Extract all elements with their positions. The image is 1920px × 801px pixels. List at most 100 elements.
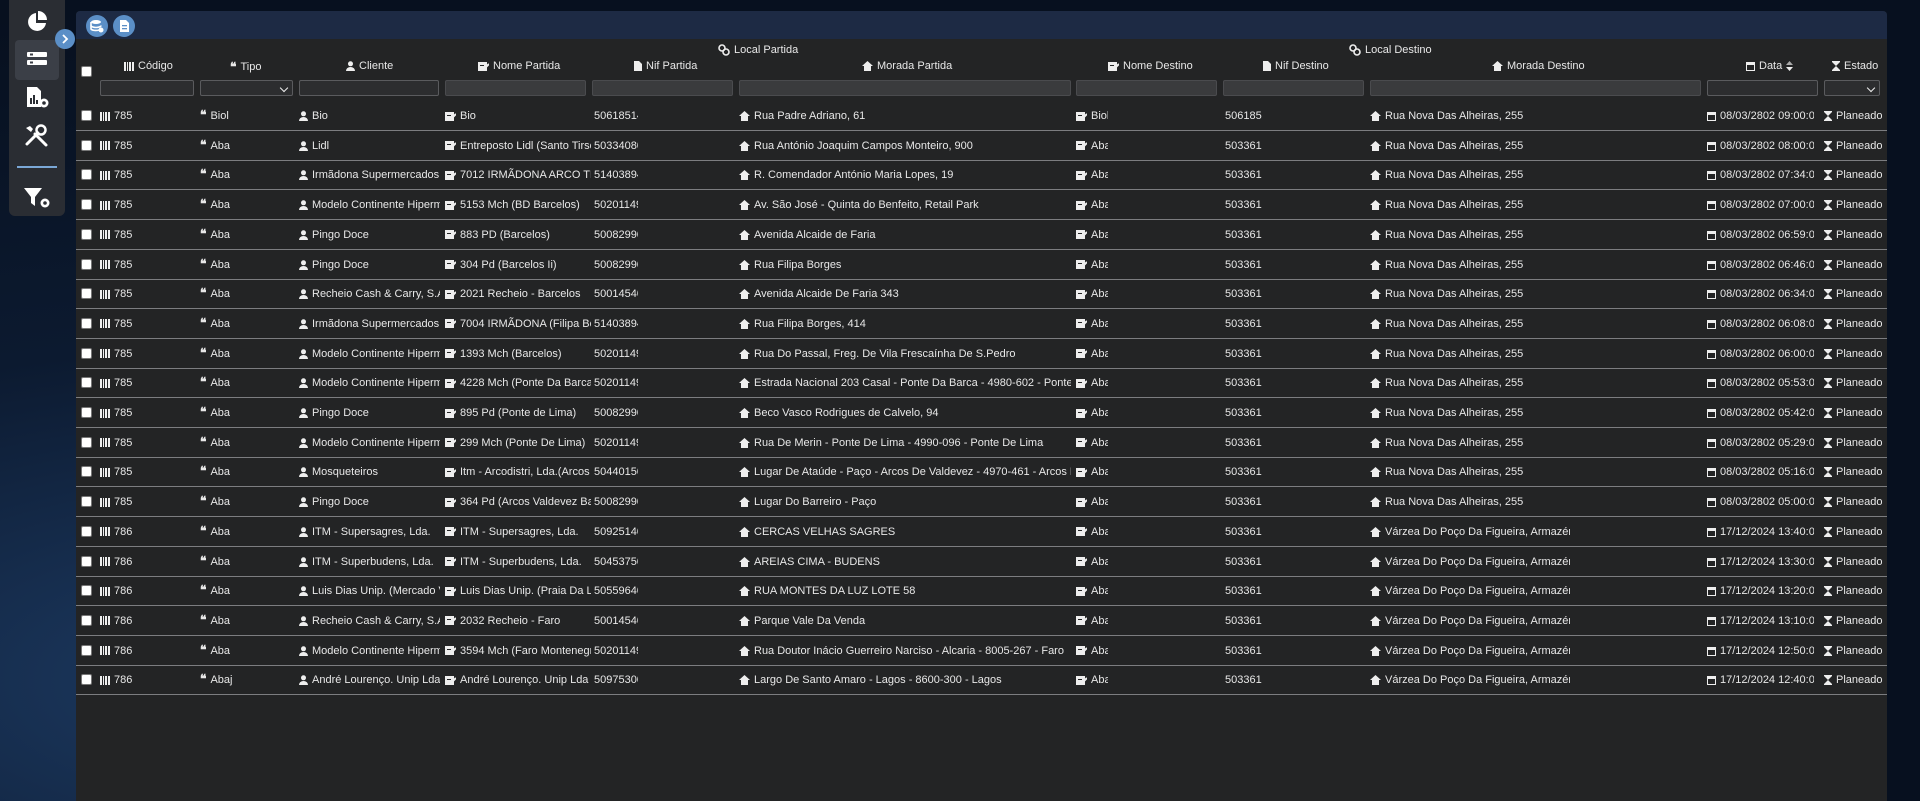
column-header-tipo[interactable]: ❝ Tipo (230, 60, 261, 74)
cell-morada-destino: Várzea Do Poço Da Figueira, Armazém B (1370, 548, 1570, 576)
table-row[interactable]: 785❝AbaModelo Continente Hipermercados51… (76, 191, 1887, 221)
quote-icon: ❝ (200, 108, 207, 122)
table-row[interactable]: 786 ❝ Aba Recheio Cash & Carry, S.A. 2032 Re… (76, 607, 1887, 636)
row-checkbox[interactable] (81, 614, 92, 626)
row-checkbox[interactable] (81, 139, 92, 151)
cell-estado-text: Planeado (1836, 466, 1883, 479)
filter-codigo-input[interactable] (100, 80, 194, 96)
home-icon (739, 229, 750, 240)
table-row[interactable]: 785❝AbaModelo Continente Hipermercados29… (76, 429, 1887, 458)
column-header-nome-partida[interactable]: Nome Partida (478, 60, 560, 72)
document-button[interactable] (113, 15, 135, 37)
table-row[interactable]: 786❝AbaModelo Continente Hipermercados35… (76, 637, 1887, 666)
table-row[interactable]: 785 ❝ Aba Recheio Cash & Carry, S.A. 2021 Re… (76, 280, 1887, 310)
filter-estado-select[interactable] (1824, 80, 1880, 96)
row-checkbox[interactable] (81, 555, 92, 567)
cell-morada-partida: Rua Doutor Inácio Guerreiro Narciso - Al… (739, 637, 1071, 665)
home-icon (739, 378, 750, 389)
filter-nome-partida-input[interactable] (445, 80, 586, 96)
cell-nif-partida: 50925140 (594, 518, 638, 546)
table-row[interactable]: 786❝AbaLuis Dias Unip. (Mercado Vila)Lui… (76, 577, 1887, 607)
column-header-estado[interactable]: Estado (1832, 60, 1878, 72)
sidebar-item-dashboard[interactable] (15, 2, 59, 42)
sidebar-item-tools[interactable] (15, 116, 59, 156)
cell-morada-partida-text: Rua Filipa Borges (754, 258, 842, 271)
row-checkbox[interactable] (81, 110, 92, 121)
cell-nome-destino: Aba (1076, 251, 1108, 279)
table-row[interactable]: 785❝AbaIrmãdona Supermercados, S.A.7012 … (76, 161, 1887, 191)
column-header-codigo[interactable]: Código (124, 60, 173, 72)
cell-estado-text: Planeado (1836, 139, 1883, 152)
column-header-nif-partida[interactable]: Nif Partida (634, 60, 697, 72)
row-checkbox[interactable] (81, 258, 92, 270)
cell-nome-partida: 3594 Mch (Faro Montenegro) (445, 637, 591, 665)
column-header-nif-destino[interactable]: Nif Destino (1263, 60, 1329, 72)
table-row[interactable]: 786 ❝ Aba ITM - Supersagres, Lda. ITM - Supe… (76, 518, 1887, 547)
quote-icon: ❝ (200, 286, 207, 301)
table-row[interactable]: 785 ❝ Aba Pingo Doce 364 Pd (Arcos Valdevez … (76, 488, 1887, 518)
row-checkbox[interactable] (81, 525, 92, 537)
row-checkbox[interactable] (81, 317, 92, 329)
filter-data-input[interactable] (1707, 80, 1818, 96)
column-header-nome-partida-label: Nome Partida (493, 60, 561, 72)
filter-cliente-input[interactable] (299, 80, 439, 96)
cell-codigo-text: 786 (114, 555, 133, 568)
filter-morada-partida-input[interactable] (739, 80, 1071, 96)
cell-codigo: 785 (100, 221, 152, 249)
table-row[interactable]: 785❝AbaIrmãdona Supermercados, S.A.7004 … (76, 310, 1887, 339)
row-checkbox[interactable] (81, 169, 92, 181)
cell-nome-destino: Aba (1076, 458, 1108, 486)
cell-morada-destino-text: Rua Nova Das Alheiras, 255 (1385, 377, 1524, 390)
select-all-checkbox[interactable] (81, 66, 92, 77)
column-header-cliente[interactable]: Cliente (346, 60, 393, 72)
row-checkbox[interactable] (81, 377, 92, 389)
filter-nif-destino-input[interactable] (1223, 80, 1364, 96)
filter-tipo-select[interactable] (200, 80, 293, 96)
table-row[interactable]: 785 ❝ Aba Pingo Doce 895 Pd (Ponte de Lima) 5… (76, 399, 1887, 428)
column-header-morada-destino[interactable]: Morada Destino (1492, 60, 1585, 72)
column-header-data[interactable]: Data (1746, 60, 1794, 72)
table-row[interactable]: 786 ❝Abaj André Lourenço. Unip Lda (Lagos)… (76, 666, 1887, 696)
sidebar-item-reports[interactable] (15, 78, 59, 118)
table-row[interactable]: 785 ❝ Aba Mosqueteiros Itm - Arcodistri, Lda… (76, 458, 1887, 488)
cell-estado: Planeado (1824, 666, 1884, 694)
cell-estado: Planeado (1824, 607, 1884, 635)
row-checkbox[interactable] (81, 347, 92, 359)
sidebar-item-filters[interactable] (15, 178, 59, 218)
table-row[interactable]: 785 ❝ Aba Lidl Entreposto Lidl (Santo Tirso)… (76, 132, 1887, 161)
table-row[interactable]: 785 ❝ Aba Pingo Doce 304 Pd (Barcelos Ii) 500… (76, 251, 1887, 280)
column-header-nome-destino[interactable]: Nome Destino (1108, 60, 1193, 72)
table-row[interactable]: 785❝AbaModelo Continente Hipermercados13… (76, 340, 1887, 369)
row-checkbox[interactable] (81, 644, 92, 656)
table-row[interactable]: 785❝AbaModelo Continente Hipermercados42… (76, 369, 1887, 399)
filter-morada-destino-input[interactable] (1370, 80, 1701, 96)
cell-morada-partida: Rua Filipa Borges, 414 (739, 310, 1071, 338)
table-row[interactable]: 785 ❝ Aba Pingo Doce 883 PD (Barcelos) 500829… (76, 221, 1887, 250)
filter-nif-partida-input[interactable] (592, 80, 733, 96)
cell-morada-partida-text: Rua Filipa Borges, 414 (754, 317, 866, 330)
cell-nif-partida-text: 50334080 (594, 139, 638, 152)
row-checkbox[interactable] (81, 228, 92, 240)
cell-cliente: Modelo Continente Hipermercados (299, 340, 440, 368)
row-checkbox[interactable] (81, 585, 92, 597)
row-checkbox[interactable] (81, 199, 92, 211)
cell-cliente-text: Irmãdona Supermercados, S.A. (312, 317, 440, 330)
cell-morada-destino: Rua Nova Das Alheiras, 255 (1370, 102, 1570, 130)
row-checkbox[interactable] (81, 407, 92, 418)
table-row[interactable]: 785❝BiolBioBio50618514Rua Padre Adriano,… (76, 102, 1887, 131)
row-checkbox[interactable] (81, 496, 92, 508)
sidebar-collapse-button[interactable] (55, 29, 75, 49)
sort-icon[interactable] (1786, 61, 1794, 71)
filter-nome-destino-input[interactable] (1076, 80, 1217, 96)
cell-nome-partida-text: 3594 Mch (Faro Montenegro) (460, 644, 591, 657)
row-checkbox[interactable] (81, 288, 92, 300)
row-checkbox[interactable] (81, 674, 92, 686)
home-icon (739, 497, 750, 508)
column-header-morada-partida[interactable]: Morada Partida (862, 60, 952, 72)
cell-morada-destino-text: Rua Nova Das Alheiras, 255 (1385, 228, 1524, 241)
row-checkbox[interactable] (81, 466, 92, 478)
row-checkbox[interactable] (81, 436, 92, 448)
sidebar-item-services[interactable] (15, 40, 59, 80)
database-settings-button[interactable] (86, 15, 108, 37)
table-row[interactable]: 786 ❝ Aba ITM - Superbudens, Lda. ITM - Supe… (76, 548, 1887, 577)
